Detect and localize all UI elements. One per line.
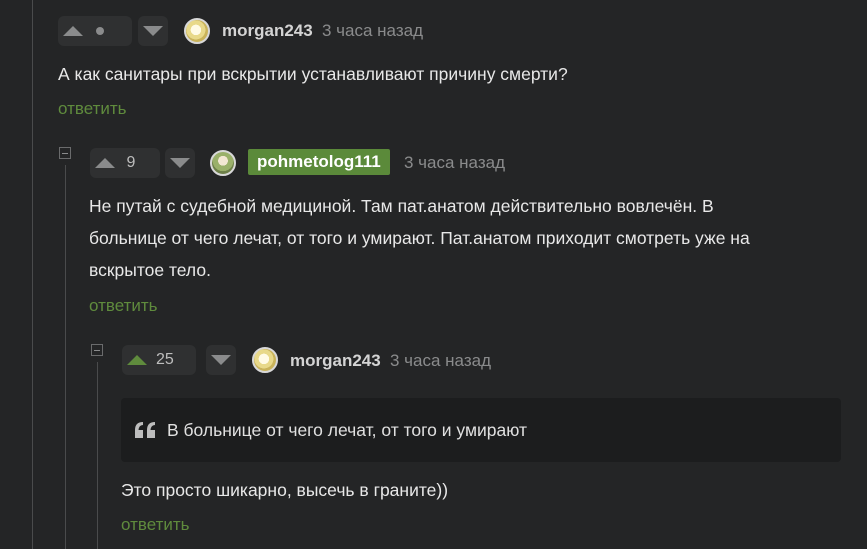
comment-body: Не путай с судебной медициной. Там пат.а… bbox=[89, 190, 750, 286]
comment-line: вскрытое тело. bbox=[89, 260, 211, 280]
vote-control: 9 bbox=[90, 148, 160, 178]
downvote-button[interactable] bbox=[165, 148, 195, 178]
comment-timestamp[interactable]: 3 часа назад bbox=[322, 21, 423, 41]
upvote-button[interactable] bbox=[58, 16, 88, 46]
comment-line: Не путай с судебной медициной. Там пат.а… bbox=[89, 196, 714, 216]
collapse-thread-button[interactable] bbox=[91, 344, 103, 356]
comment-line: больнице от чего лечат, от того и умираю… bbox=[89, 228, 750, 248]
thread-line-level-2 bbox=[65, 165, 66, 549]
collapse-thread-button[interactable] bbox=[59, 147, 71, 159]
comment-timestamp[interactable]: 3 часа назад bbox=[390, 351, 491, 371]
user-avatar[interactable] bbox=[184, 18, 210, 44]
quote-text: В больнице от чего лечат, от того и умир… bbox=[167, 419, 527, 440]
comment-timestamp[interactable]: 3 часа назад bbox=[404, 153, 505, 173]
username[interactable]: morgan243 bbox=[222, 21, 313, 41]
reply-link[interactable]: ответить bbox=[89, 296, 158, 316]
vote-control: 25 bbox=[122, 345, 196, 375]
author-username-badge[interactable]: pohmetolog111 bbox=[248, 149, 390, 175]
thread-line-level-1 bbox=[32, 0, 33, 549]
downvote-arrow-icon bbox=[143, 26, 163, 36]
username[interactable]: morgan243 bbox=[290, 351, 381, 371]
vote-control bbox=[58, 16, 132, 46]
thread-line-level-3 bbox=[97, 362, 98, 549]
comment-body: А как санитары при вскрытии устанавливаю… bbox=[58, 64, 568, 84]
downvote-button[interactable] bbox=[206, 345, 236, 375]
vote-neutral-dot-icon bbox=[96, 27, 104, 35]
downvote-arrow-icon bbox=[211, 355, 231, 365]
downvote-arrow-icon bbox=[170, 158, 190, 168]
vote-count: 25 bbox=[156, 351, 174, 368]
upvote-arrow-active-icon bbox=[127, 355, 147, 365]
quote-icon bbox=[135, 422, 157, 438]
upvote-arrow-icon bbox=[95, 158, 115, 168]
upvote-button[interactable] bbox=[90, 148, 120, 178]
vote-count: 9 bbox=[126, 154, 136, 171]
comment-body: Это просто шикарно, высечь в граните)) bbox=[121, 480, 449, 500]
quote-block: В больнице от чего лечат, от того и умир… bbox=[121, 398, 841, 462]
upvote-arrow-icon bbox=[63, 26, 83, 36]
downvote-button[interactable] bbox=[138, 16, 168, 46]
user-avatar[interactable] bbox=[210, 150, 236, 176]
reply-link[interactable]: ответить bbox=[58, 99, 127, 119]
user-avatar[interactable] bbox=[252, 347, 278, 373]
reply-link[interactable]: ответить bbox=[121, 515, 190, 535]
upvote-button[interactable] bbox=[122, 345, 152, 375]
